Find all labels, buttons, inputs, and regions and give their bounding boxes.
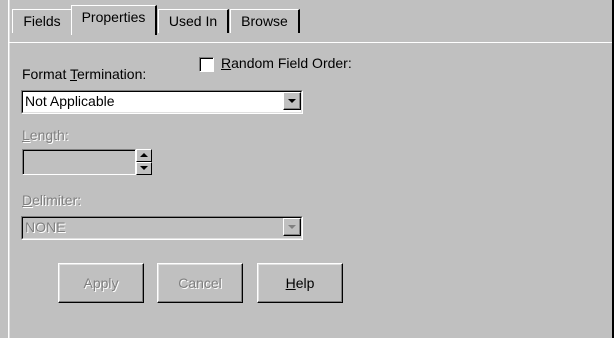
delimiter-value: NONE xyxy=(25,219,66,235)
format-termination-dropdown-button[interactable] xyxy=(283,92,301,110)
arrow-up-icon xyxy=(140,153,148,157)
length-label: Length: xyxy=(22,127,69,143)
tab-strip-divider xyxy=(9,42,612,43)
length-spinner[interactable] xyxy=(136,149,152,175)
help-button[interactable]: Help xyxy=(257,263,343,303)
chevron-down-icon xyxy=(288,99,296,103)
random-field-order-checkbox[interactable] xyxy=(199,57,214,72)
spinner-down-button[interactable] xyxy=(136,162,152,175)
delimiter-label: Delimiter: xyxy=(22,192,82,208)
format-termination-label: Format Termination: xyxy=(22,66,147,82)
tab-properties-label: Properties xyxy=(81,9,146,25)
random-field-order-label[interactable]: Random Field Order: xyxy=(221,55,352,71)
tab-used-in-label: Used In xyxy=(168,13,218,29)
cancel-button[interactable]: Cancel xyxy=(157,263,243,303)
cancel-button-label: Cancel xyxy=(178,275,222,291)
tab-fields[interactable]: Fields xyxy=(12,9,73,33)
apply-button-label: Apply xyxy=(83,275,119,291)
apply-button[interactable]: Apply xyxy=(58,263,144,303)
tab-browse-label: Browse xyxy=(241,13,288,29)
spinner-up-button[interactable] xyxy=(136,149,152,162)
format-termination-select[interactable]: Not Applicable xyxy=(21,90,303,114)
delimiter-dropdown-button[interactable] xyxy=(283,218,301,236)
length-input[interactable] xyxy=(22,149,136,175)
tab-used-in[interactable]: Used In xyxy=(158,9,229,33)
tab-fields-label: Fields xyxy=(23,13,61,29)
help-button-label: Help xyxy=(285,275,315,291)
chevron-down-icon xyxy=(288,225,296,229)
tab-browse[interactable]: Browse xyxy=(230,9,300,33)
arrow-down-icon xyxy=(140,166,148,170)
delimiter-select[interactable]: NONE xyxy=(21,216,303,240)
format-termination-value: Not Applicable xyxy=(25,93,115,109)
tab-properties[interactable]: Properties xyxy=(71,5,157,35)
panel-left-border-inner xyxy=(9,0,10,338)
